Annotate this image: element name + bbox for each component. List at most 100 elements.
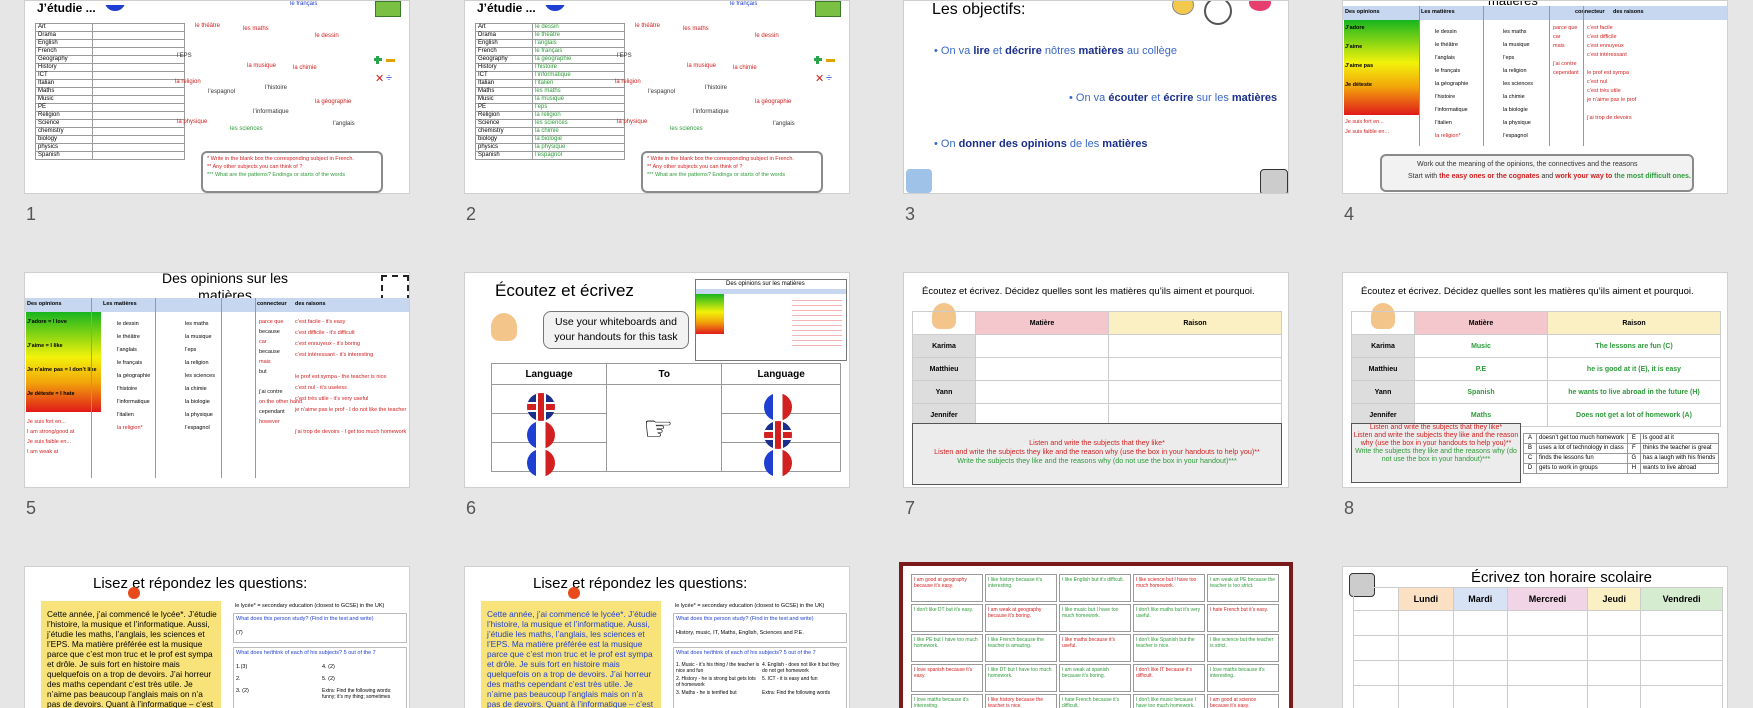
timetable-cell[interactable] bbox=[1452, 610, 1508, 636]
slide-thumbnail-5[interactable]: Des opinions sur les matières Des opinio… bbox=[24, 272, 410, 488]
timetable-cell[interactable] bbox=[1398, 610, 1454, 636]
sentence-card[interactable]: I like French because the teacher is ama… bbox=[985, 634, 1057, 662]
french-subject-cell[interactable]: les sciences bbox=[532, 119, 625, 128]
word-bank-item[interactable]: l’EPS bbox=[617, 53, 632, 59]
slide-thumbnail-8[interactable]: Écoutez et écrivez. Décidez quelles sont… bbox=[1342, 272, 1728, 488]
french-subject-cell[interactable]: le français bbox=[532, 47, 625, 56]
sentence-card[interactable]: I like history because the teacher is ni… bbox=[985, 694, 1057, 708]
word-bank-item[interactable]: l’histoire bbox=[265, 85, 287, 91]
french-subject-cell[interactable] bbox=[92, 103, 185, 112]
slide-thumbnail-1[interactable]: J’étudie ... Art Drama English French Geogra… bbox=[24, 0, 410, 194]
word-bank-item[interactable]: l’informatique bbox=[253, 109, 289, 115]
timetable-cell[interactable] bbox=[1398, 635, 1454, 661]
answer-cell[interactable] bbox=[975, 334, 1109, 358]
french-subject-cell[interactable] bbox=[92, 39, 185, 48]
timetable-cell[interactable] bbox=[1587, 610, 1642, 636]
sentence-card[interactable]: I like science but the teacher is strict… bbox=[1207, 634, 1279, 662]
word-bank-item[interactable]: les sciences bbox=[670, 126, 703, 132]
french-subject-cell[interactable] bbox=[92, 87, 185, 96]
timetable-cell[interactable] bbox=[1452, 685, 1508, 708]
sentence-card[interactable]: I like science but I have too much homew… bbox=[1133, 574, 1205, 602]
word-bank-item[interactable]: la chimie bbox=[733, 65, 757, 71]
word-bank-item[interactable]: l’EPS bbox=[177, 53, 192, 59]
sentence-card[interactable]: I am weak at spanish because it’s boring… bbox=[1059, 664, 1131, 692]
sentence-card[interactable]: I like PE but I have too much homework. bbox=[911, 634, 983, 662]
word-bank-item[interactable]: l’anglais bbox=[333, 121, 355, 127]
word-bank-item[interactable]: l’histoire bbox=[705, 85, 727, 91]
french-subject-cell[interactable] bbox=[92, 31, 185, 40]
sentence-card[interactable]: I hate French but it’s easy. bbox=[1207, 604, 1279, 632]
word-bank-item[interactable]: le dessin bbox=[755, 33, 779, 39]
sentence-card[interactable]: I am good at geography because it’s easy… bbox=[911, 574, 983, 602]
french-subject-cell[interactable] bbox=[92, 135, 185, 144]
word-bank-item[interactable]: l’espagnol bbox=[648, 89, 675, 95]
word-bank-item[interactable]: la musique bbox=[247, 63, 276, 69]
french-subject-cell[interactable] bbox=[92, 23, 185, 32]
word-bank-item[interactable]: le français bbox=[730, 1, 757, 7]
sentence-card[interactable]: I love spanish because it’s easy. bbox=[911, 664, 983, 692]
answer-cell[interactable] bbox=[1108, 380, 1282, 404]
french-subject-cell[interactable]: l’espagnol bbox=[532, 151, 625, 160]
slide-thumbnail-3[interactable]: Les objectifs: • On va lire et décrire n… bbox=[903, 0, 1289, 194]
french-subject-cell[interactable]: la musique bbox=[532, 95, 625, 104]
answer-cell[interactable] bbox=[975, 357, 1109, 381]
sentence-card[interactable]: I am weak at PE because the teacher is t… bbox=[1207, 574, 1279, 602]
french-subject-cell[interactable]: la physique bbox=[532, 143, 625, 152]
sentence-card[interactable]: I don’t like Spanish but the teacher is … bbox=[1133, 634, 1205, 662]
word-bank-item[interactable]: le français bbox=[290, 1, 317, 7]
timetable-cell[interactable] bbox=[1506, 660, 1589, 686]
french-subject-cell[interactable] bbox=[92, 63, 185, 72]
sentence-card[interactable]: I like maths because it’s useful. bbox=[1059, 634, 1131, 662]
sentence-card[interactable]: I am good at science because it’s easy. bbox=[1207, 694, 1279, 708]
french-subject-cell[interactable] bbox=[92, 79, 185, 88]
timetable-cell[interactable] bbox=[1452, 635, 1508, 661]
word-bank-item[interactable]: le théâtre bbox=[195, 23, 220, 29]
french-subject-cell[interactable] bbox=[92, 55, 185, 64]
timetable-cell[interactable] bbox=[1587, 685, 1642, 708]
french-subject-cell[interactable]: le dessin bbox=[532, 23, 625, 32]
french-subject-cell[interactable]: les maths bbox=[532, 87, 625, 96]
french-subject-cell[interactable]: l’eps bbox=[532, 103, 625, 112]
word-bank-item[interactable]: la religion bbox=[615, 79, 641, 85]
french-subject-cell[interactable] bbox=[92, 143, 185, 152]
french-subject-cell[interactable] bbox=[92, 151, 185, 160]
sentence-card[interactable]: I hate French because it’s difficult. bbox=[1059, 694, 1131, 708]
sentence-card[interactable]: I love maths because it’s interesting. bbox=[911, 694, 983, 708]
french-subject-cell[interactable] bbox=[92, 111, 185, 120]
sentence-card[interactable]: I don’t like DT but it’s easy. bbox=[911, 604, 983, 632]
sentence-card[interactable]: I like DT but I have too much homework. bbox=[985, 664, 1057, 692]
french-subject-cell[interactable] bbox=[92, 95, 185, 104]
french-subject-cell[interactable]: la chimie bbox=[532, 127, 625, 136]
sentence-card[interactable]: I don’t like music because I have too mu… bbox=[1133, 694, 1205, 708]
timetable-cell[interactable] bbox=[1640, 610, 1723, 636]
word-bank-item[interactable]: les sciences bbox=[230, 126, 263, 132]
sentence-card[interactable]: I like English but it’s difficult. bbox=[1059, 574, 1131, 602]
french-subject-cell[interactable] bbox=[92, 119, 185, 128]
sentence-card[interactable]: I don’t like maths but it’s very useful. bbox=[1133, 604, 1205, 632]
timetable-cell[interactable] bbox=[1587, 635, 1642, 661]
french-subject-cell[interactable]: la biologie bbox=[532, 135, 625, 144]
french-subject-cell[interactable]: le théâtre bbox=[532, 31, 625, 40]
timetable-cell[interactable] bbox=[1506, 635, 1589, 661]
sentence-card[interactable]: I am weak at geography because it’s bori… bbox=[985, 604, 1057, 632]
french-subject-cell[interactable] bbox=[92, 71, 185, 80]
slide-thumbnail-12[interactable]: Écrivez ton horaire scolaire Lundi Mardi… bbox=[1342, 566, 1728, 708]
timetable-cell[interactable] bbox=[1452, 660, 1508, 686]
slide-thumbnail-4[interactable]: matières Des opinions Les matières connect… bbox=[1342, 0, 1728, 194]
word-bank-item[interactable]: le théâtre bbox=[635, 23, 660, 29]
french-subject-cell[interactable]: la géographie bbox=[532, 55, 625, 64]
word-bank-item[interactable]: la physique bbox=[617, 119, 647, 125]
slide-thumbnail-7[interactable]: Écoutez et écrivez. Décidez quelles sont… bbox=[903, 272, 1289, 488]
sentence-card[interactable]: I love maths because it’s interesting. bbox=[1207, 664, 1279, 692]
word-bank-item[interactable]: la religion bbox=[175, 79, 201, 85]
timetable-cell[interactable] bbox=[1640, 685, 1723, 708]
french-subject-cell[interactable]: l’anglais bbox=[532, 39, 625, 48]
timetable-cell[interactable] bbox=[1506, 685, 1589, 708]
slide-thumbnail-9[interactable]: Lisez et répondez les questions: Cette a… bbox=[24, 566, 410, 708]
timetable-cell[interactable] bbox=[1506, 610, 1589, 636]
sentence-card[interactable]: I like music but I have too much homewor… bbox=[1059, 604, 1131, 632]
french-subject-cell[interactable]: l’histoire bbox=[532, 63, 625, 72]
word-bank-item[interactable]: le dessin bbox=[315, 33, 339, 39]
french-subject-cell[interactable] bbox=[92, 127, 185, 136]
french-subject-cell[interactable]: l’italien bbox=[532, 79, 625, 88]
